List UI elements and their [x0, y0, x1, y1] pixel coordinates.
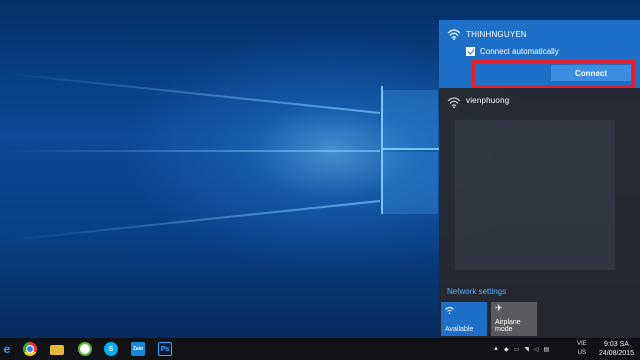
- blurred-network-list: [455, 120, 615, 270]
- file-explorer-icon[interactable]: [50, 345, 64, 355]
- airplane-tile-label: Airplane mode: [495, 319, 521, 333]
- light-beam: [1, 200, 381, 242]
- network-settings-link[interactable]: Network settings: [447, 287, 506, 296]
- wifi-signal-icon: [447, 97, 461, 108]
- light-beam: [0, 150, 380, 152]
- light-beam: [1, 72, 381, 114]
- network-item-vienphuong[interactable]: vienphuong: [439, 88, 640, 118]
- clock[interactable]: 9:03 SA 24/08/2015: [599, 340, 634, 358]
- airplane-icon: ✈: [495, 303, 503, 313]
- airplane-mode-tile[interactable]: ✈ Airplane mode: [491, 302, 537, 336]
- wifi-tile[interactable]: Available: [441, 302, 487, 336]
- logo-edge: [381, 86, 383, 214]
- network-icon[interactable]: ◥: [524, 346, 529, 353]
- clock-date: 24/08/2015: [598, 350, 634, 357]
- logo-edge: [381, 148, 439, 150]
- network-name: THINHNGUYEN: [466, 30, 527, 39]
- system-tray: ▲ ◆ ▭ ◥ ◁ ▤: [493, 338, 549, 360]
- zalo-icon[interactable]: Zalo: [131, 342, 145, 356]
- logo-pane: [383, 90, 438, 148]
- show-hidden-icons-icon[interactable]: ▲: [493, 346, 499, 352]
- edge-icon[interactable]: e: [0, 342, 14, 356]
- network-name: vienphuong: [466, 96, 510, 105]
- volume-icon[interactable]: ◁: [534, 346, 539, 353]
- language-indicator[interactable]: VIE US: [577, 340, 587, 358]
- notification-icon[interactable]: ▤: [544, 346, 550, 353]
- wifi-signal-icon: [447, 29, 461, 40]
- wifi-tile-label: Available: [445, 326, 474, 333]
- language-line1: VIE: [577, 341, 587, 347]
- connect-automatically-label: Connect automatically: [480, 47, 559, 56]
- language-line2: US: [577, 350, 586, 356]
- clock-time: 9:03 SA: [604, 341, 629, 348]
- connect-automatically-checkbox[interactable]: [466, 47, 475, 56]
- dropbox-icon[interactable]: ◆: [504, 346, 509, 353]
- chrome-icon[interactable]: [23, 342, 37, 356]
- logo-pane: [383, 152, 438, 214]
- photoshop-icon[interactable]: Ps: [158, 342, 172, 356]
- wifi-icon: [445, 306, 454, 314]
- green-app-icon[interactable]: [78, 342, 92, 356]
- battery-icon[interactable]: ▭: [514, 346, 520, 353]
- taskbar: e S Zalo Ps ▲ ◆ ▭ ◥ ◁ ▤ VIE US 9:03 SA 2…: [0, 338, 640, 360]
- highlight-box: [472, 60, 635, 88]
- skype-icon[interactable]: S: [104, 342, 118, 356]
